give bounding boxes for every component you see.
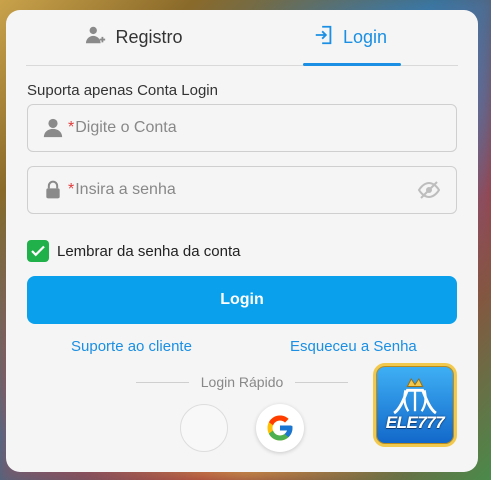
divider-line bbox=[136, 381, 189, 383]
lock-icon bbox=[42, 179, 64, 201]
brand-logo[interactable]: ELE777 bbox=[373, 363, 457, 447]
quick-login-label: Login Rápido bbox=[200, 374, 284, 390]
google-login-button[interactable] bbox=[256, 404, 304, 452]
tab-login-label: Login bbox=[342, 27, 388, 47]
required-mark: * bbox=[68, 119, 75, 136]
password-field[interactable]: * bbox=[27, 166, 457, 214]
remember-password[interactable]: Lembrar da senha da conta bbox=[27, 240, 240, 262]
add-user-icon bbox=[85, 24, 107, 51]
quick-login-divider: Login Rápido bbox=[136, 374, 349, 390]
login-button[interactable]: Login bbox=[27, 276, 457, 324]
tab-registro-label: Registro bbox=[115, 27, 183, 47]
user-icon bbox=[42, 117, 64, 139]
password-input[interactable] bbox=[75, 181, 416, 199]
account-field[interactable]: * bbox=[27, 104, 457, 152]
active-tab-indicator bbox=[303, 63, 401, 66]
login-icon bbox=[313, 24, 335, 51]
google-icon bbox=[267, 415, 293, 441]
remember-checkbox[interactable] bbox=[27, 240, 49, 262]
tab-login[interactable]: Login bbox=[242, 10, 458, 65]
brand-name: ELE777 bbox=[385, 413, 445, 432]
account-input[interactable] bbox=[75, 119, 442, 137]
tab-registro[interactable]: Registro bbox=[26, 10, 242, 65]
forgot-password-link[interactable]: Esqueceu a Senha bbox=[290, 338, 417, 355]
crown-logo-icon bbox=[393, 377, 437, 415]
customer-support-link[interactable]: Suporte ao cliente bbox=[71, 338, 192, 355]
login-hint: Suporta apenas Conta Login bbox=[27, 82, 218, 99]
divider-line bbox=[295, 381, 349, 383]
remember-label: Lembrar da senha da conta bbox=[57, 242, 241, 260]
eye-off-icon[interactable] bbox=[416, 177, 442, 203]
check-icon bbox=[31, 245, 45, 257]
quick-login-button[interactable] bbox=[180, 404, 228, 452]
required-mark: * bbox=[68, 181, 75, 198]
auth-tabs: Registro Login bbox=[26, 10, 458, 66]
